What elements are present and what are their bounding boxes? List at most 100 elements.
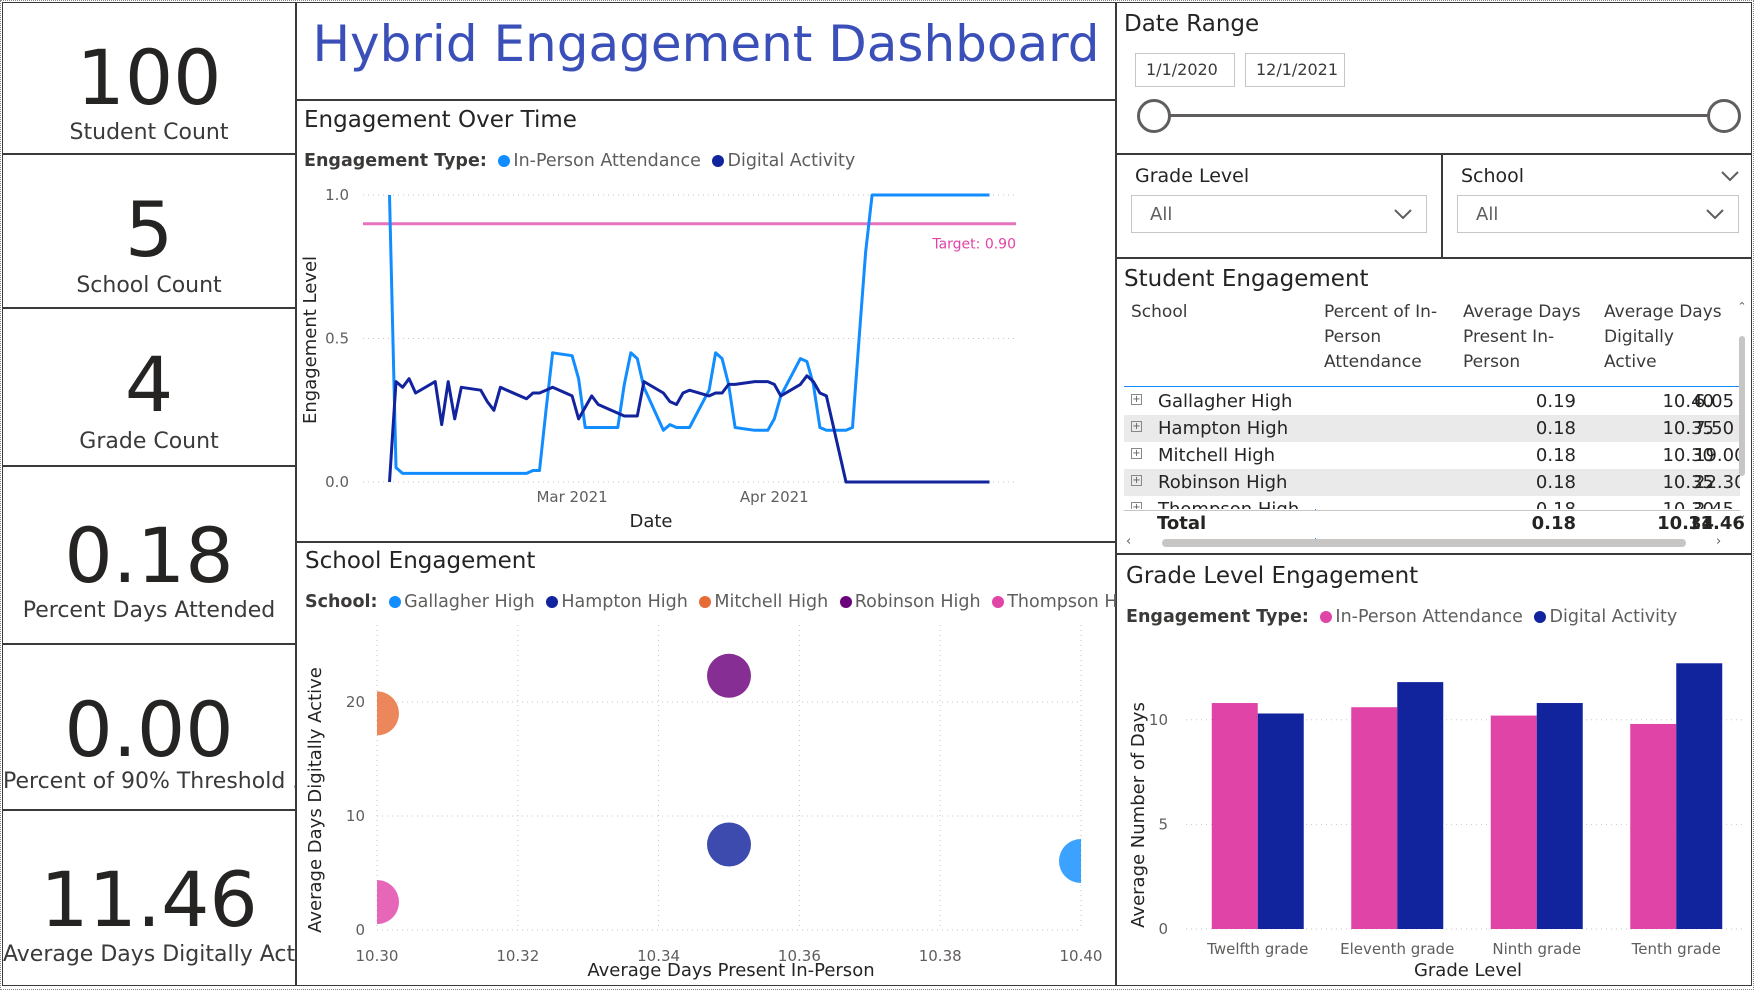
table-row[interactable]: + Mitchell High 0.18 10.30 19.00 — [1124, 442, 1740, 469]
kpi-card-student-count[interactable]: 100 Student Count — [2, 2, 296, 154]
engagement-legend: Engagement Type: In-Person Attendance Di… — [304, 151, 855, 171]
x-tick-label: Twelfth grade — [1206, 940, 1308, 958]
y-axis-title: Engagement Level — [300, 256, 321, 424]
expand-icon[interactable]: + — [1131, 475, 1142, 486]
legend-dot-robinson — [839, 596, 852, 608]
kpi-label: Percent of 90% Threshold ... — [3, 769, 295, 794]
legend-label-robinson[interactable]: Robinson High — [855, 592, 981, 612]
expand-icon[interactable]: + — [1131, 421, 1142, 432]
legend-title: Engagement Type: — [1126, 607, 1309, 627]
date-slider-start-handle[interactable] — [1137, 99, 1171, 133]
grade-level-title: Grade Level — [1135, 165, 1250, 187]
engagement-line-chart[interactable]: 0.0 0.5 1.0 Mar 2021 Apr 2021 Date Engagement … — [296, 175, 1116, 540]
scroll-up-arrow-icon[interactable]: ⌃ — [1736, 300, 1748, 313]
school-scatter-chart[interactable]: 10.30 10.32 10.34 10.36 10.38 10.4001020Avera… — [296, 620, 1116, 986]
x-axis-title: Average Days Present In-Person — [587, 960, 874, 981]
bar-in-person-ninth-grade[interactable] — [1490, 715, 1537, 929]
legend-label-digital[interactable]: Digital Activity — [1549, 607, 1677, 627]
legend-label-gallagher[interactable]: Gallagher High — [404, 592, 535, 612]
total-pct: 0.18 — [1531, 513, 1576, 534]
table-row[interactable]: + Robinson High 0.18 10.35 22.30 — [1124, 469, 1740, 496]
y-tick-label: 0 — [1158, 920, 1168, 938]
table-row[interactable]: +Thompson High0.1810.302.45 — [1124, 496, 1740, 509]
y-tick-label: 10 — [346, 807, 365, 825]
digital-cell: 22.30 — [1694, 472, 1740, 493]
end-date-input[interactable]: 12/1/2021 — [1245, 53, 1345, 87]
school-dropdown[interactable]: All — [1457, 195, 1739, 233]
in-person-attendance-line[interactable] — [388, 193, 990, 475]
bubble-hampton-high[interactable] — [707, 822, 751, 867]
bubble-gallagher-high[interactable] — [1059, 839, 1103, 884]
school-cell: Thompson High — [1158, 496, 1299, 509]
bar-digital-eleventh-grade[interactable] — [1397, 682, 1444, 929]
bar-in-person-twelfth-grade[interactable] — [1211, 703, 1258, 929]
bubble-robinson-high[interactable] — [707, 653, 751, 698]
bar-in-person-tenth-grade[interactable] — [1630, 723, 1677, 929]
expand-icon[interactable]: + — [1131, 394, 1142, 405]
vertical-scrollbar[interactable]: ⌃ ⌄ — [1736, 300, 1748, 536]
school-legend: School: Gallagher High Hampton High Mitc… — [305, 592, 1145, 612]
scroll-right-arrow-icon[interactable]: › — [1716, 534, 1721, 549]
col-header-avg-present[interactable]: Average Days Present In-Person — [1463, 300, 1591, 375]
col-header-school[interactable]: School — [1131, 300, 1187, 325]
chevron-down-icon[interactable] — [1721, 171, 1739, 183]
horizontal-scrollbar[interactable]: ‹ › — [1124, 534, 1736, 549]
start-date-input[interactable]: 1/1/2020 — [1135, 53, 1235, 87]
x-tick-label: Tenth grade — [1631, 940, 1721, 958]
bar-digital-tenth-grade[interactable] — [1676, 663, 1723, 929]
kpi-card-percent-days-attended[interactable]: 0.18 Percent Days Attended — [2, 466, 296, 644]
legend-label-digital[interactable]: Digital Activity — [727, 151, 855, 171]
school-engagement-title: School Engagement — [305, 548, 536, 574]
legend-label-hampton[interactable]: Hampton High — [561, 592, 687, 612]
grade-level-engagement-title: Grade Level Engagement — [1126, 563, 1419, 589]
grade-level-dropdown[interactable]: All — [1131, 195, 1427, 233]
legend-label-in-person[interactable]: In-Person Attendance — [513, 151, 701, 171]
x-axis-title: Date — [629, 511, 672, 532]
kpi-label: Average Days Digitally Active — [3, 942, 295, 967]
kpi-card-grade-count[interactable]: 4 Grade Count — [2, 308, 296, 466]
bar-in-person-eleventh-grade[interactable] — [1351, 707, 1398, 929]
kpi-label: School Count — [76, 273, 222, 298]
x-tick-label: Ninth grade — [1492, 940, 1581, 958]
header-divider — [1124, 386, 1740, 387]
bar-digital-twelfth-grade[interactable] — [1257, 713, 1304, 929]
y-axis-title: Average Days Digitally Active — [305, 667, 326, 933]
legend-dot-in-person — [1320, 611, 1333, 623]
col-header-avg-digital[interactable]: Average Days Digitally Active — [1604, 300, 1728, 375]
table-total-row: Total 0.18 10.34 11.46 — [1124, 510, 1745, 538]
expand-icon[interactable]: + — [1131, 448, 1142, 459]
school-title: School — [1461, 165, 1525, 187]
scroll-thumb[interactable] — [1739, 336, 1745, 476]
pct-cell: 0.18 — [1535, 445, 1576, 466]
scroll-left-arrow-icon[interactable]: ‹ — [1126, 534, 1131, 549]
date-slider-end-handle[interactable] — [1707, 99, 1741, 133]
table-row[interactable]: + Gallagher High 0.19 10.40 6.05 — [1124, 388, 1740, 415]
scroll-down-arrow-icon[interactable]: ⌄ — [1736, 508, 1748, 521]
student-engagement-title: Student Engagement — [1124, 266, 1369, 292]
scroll-h-thumb[interactable] — [1162, 539, 1686, 547]
x-tick-label: Mar 2021 — [536, 488, 607, 506]
bar-digital-ninth-grade[interactable] — [1536, 703, 1583, 929]
kpi-value: 11.46 — [40, 855, 258, 944]
legend-label-mitchell[interactable]: Mitchell High — [714, 592, 828, 612]
kpi-card-school-count[interactable]: 5 School Count — [2, 154, 296, 308]
col-header-pct-in-person[interactable]: Percent of In-Person Attendance — [1324, 300, 1446, 375]
legend-label-in-person[interactable]: In-Person Attendance — [1335, 607, 1523, 627]
grade-bar-chart[interactable]: 0 5 10 Twelfth grade Eleventh grade Ninth gra… — [1116, 635, 1752, 986]
school-cell: Hampton High — [1158, 418, 1289, 439]
x-tick-label: 10.32 — [496, 947, 539, 965]
grade-level-slicer: Grade Level All — [1116, 154, 1442, 258]
expand-icon[interactable]: + — [1131, 502, 1142, 509]
x-tick-label: Eleventh grade — [1340, 940, 1454, 958]
legend-title: School: — [305, 592, 378, 612]
pct-cell: 0.18 — [1535, 472, 1576, 493]
kpi-card-percent-threshold[interactable]: 0.00 Percent of 90% Threshold ... — [2, 644, 296, 810]
table-row[interactable]: + Hampton High 0.18 10.35 7.50 — [1124, 415, 1740, 442]
engagement-over-time-title: Engagement Over Time — [304, 107, 577, 133]
bubble-thompson-high[interactable] — [355, 880, 399, 925]
target-label: Target: 0.90 — [931, 237, 1016, 253]
chevron-down-icon — [1394, 209, 1412, 220]
kpi-card-avg-days-digital[interactable]: 11.46 Average Days Digitally Active — [2, 810, 296, 986]
date-slider-track[interactable] — [1153, 114, 1725, 117]
title-card: Hybrid Engagement Dashboard — [296, 2, 1116, 100]
